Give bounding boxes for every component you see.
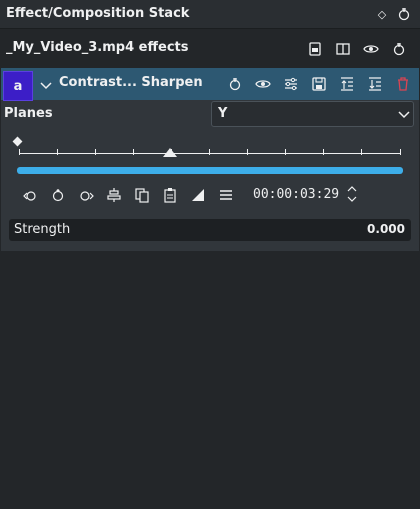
strength-label: Strength: [14, 222, 71, 237]
compare-icon[interactable]: [335, 41, 351, 57]
strength-slider[interactable]: Strength 0.000: [9, 219, 411, 241]
settings-icon[interactable]: [283, 76, 299, 92]
previous-keyframe-icon[interactable]: [22, 187, 38, 203]
effect-badge[interactable]: a: [3, 71, 33, 101]
reset-icon[interactable]: [227, 76, 243, 92]
strength-value: 0.000: [367, 222, 405, 236]
planes-label: Planes: [4, 106, 53, 121]
float-icon[interactable]: ◇: [374, 6, 390, 22]
planes-selected-value: Y: [218, 106, 228, 121]
copy-icon[interactable]: [134, 187, 150, 203]
chevron-down-icon[interactable]: [38, 77, 54, 93]
chevron-down-icon: [396, 106, 412, 122]
planes-dropdown[interactable]: Y: [211, 101, 414, 127]
keyframe-ruler: [19, 149, 401, 155]
move-down-icon[interactable]: [367, 76, 383, 92]
save-stack-icon[interactable]: [307, 41, 323, 57]
timecode-field[interactable]: 00:00:03:29: [253, 187, 339, 202]
effect-name: Contrast... Sharpen: [59, 75, 203, 90]
paste-icon[interactable]: [162, 187, 178, 203]
playhead-marker[interactable]: [163, 148, 177, 157]
close-icon[interactable]: [396, 6, 412, 22]
add-keyframe-icon[interactable]: [50, 187, 66, 203]
next-keyframe-icon[interactable]: [78, 187, 94, 203]
keyframe-timeline[interactable]: [12, 136, 403, 176]
menu-icon[interactable]: [218, 187, 234, 203]
interpolation-icon[interactable]: [190, 187, 206, 203]
timecode-spinner[interactable]: [345, 183, 359, 205]
eye-icon[interactable]: [255, 76, 271, 92]
panel-title: Effect/Composition Stack: [6, 6, 190, 21]
reset-icon[interactable]: [391, 41, 407, 57]
eye-icon[interactable]: [363, 41, 379, 57]
save-icon[interactable]: [311, 76, 327, 92]
clip-effects-title: _My_Video_3.mp4 effects: [6, 40, 189, 55]
move-up-icon[interactable]: [339, 76, 355, 92]
align-icon[interactable]: [106, 187, 122, 203]
delete-icon[interactable]: [395, 76, 411, 92]
keyframe-progress-bar[interactable]: [17, 167, 403, 174]
